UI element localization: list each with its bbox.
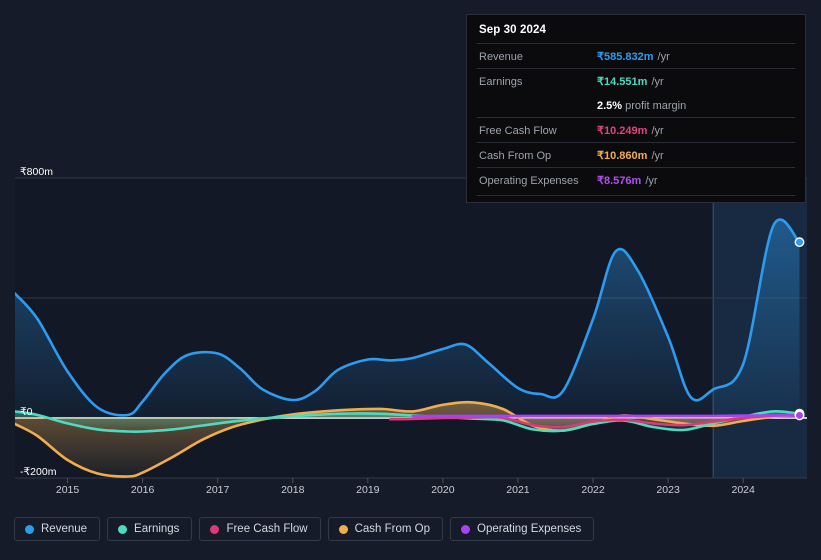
tooltip-label-cash-from-op: Cash From Op [479, 150, 552, 162]
tooltip-value-earnings: ₹14.551m [597, 76, 648, 88]
x-axis-label-2019: 2019 [356, 484, 380, 496]
tooltip-row-revenue: Revenue ₹585.832m/yr [477, 43, 795, 68]
legend-dot-earnings-icon [118, 524, 128, 534]
x-axis-label-2020: 2020 [431, 484, 455, 496]
legend-dot-operating-expenses-icon [461, 524, 471, 534]
tooltip-unit-earnings: /yr [651, 76, 664, 88]
legend-dot-cash-from-op-icon [338, 524, 348, 534]
tooltip-unit-cash-from-op: /yr [651, 150, 664, 162]
x-axis-label-2021: 2021 [506, 484, 530, 496]
x-axis-label-2017: 2017 [206, 484, 230, 496]
tooltip-value-free-cash-flow: ₹10.249m [597, 125, 648, 137]
tooltip-value-profit-margin: 2.5% [597, 100, 623, 112]
y-axis-label-800m: ₹800m [20, 166, 53, 178]
x-axis-label-2024: 2024 [731, 484, 755, 496]
tooltip-row-free-cash-flow: Free Cash Flow ₹10.249m/yr [477, 117, 795, 142]
legend-dot-free-cash-flow-icon [210, 524, 220, 534]
legend-label: Revenue [41, 523, 88, 535]
x-axis-label-2015: 2015 [55, 484, 80, 496]
legend-item-revenue[interactable]: Revenue [14, 517, 101, 541]
legend-label: Operating Expenses [477, 523, 582, 535]
tooltip-label-revenue: Revenue [479, 51, 524, 63]
legend-item-cash-from-op[interactable]: Cash From Op [327, 517, 444, 541]
tooltip-unit-operating-expenses: /yr [645, 175, 658, 187]
tooltip-unit-revenue: /yr [657, 51, 670, 63]
x-axis-label-2023: 2023 [656, 484, 680, 496]
legend-label: Earnings [134, 523, 180, 535]
tooltip-unit-free-cash-flow: /yr [651, 125, 664, 137]
x-axis-label-2018: 2018 [281, 484, 305, 496]
endpoint-marker-revenue [794, 237, 805, 248]
tooltip-value-operating-expenses: ₹8.576m [597, 175, 642, 187]
tooltip-row-profit-margin: 2.5% profit margin [477, 93, 795, 117]
series-line-operating-expenses[interactable] [411, 414, 801, 418]
tooltip-label-free-cash-flow: Free Cash Flow [479, 125, 557, 137]
y-axis-label-zero: ₹0 [20, 406, 33, 418]
tooltip-date: Sep 30 2024 [479, 24, 546, 36]
y-axis-label-neg200m: -₹200m [20, 466, 57, 478]
chart-legend[interactable]: Revenue Earnings Free Cash Flow Cash From O… [14, 517, 595, 541]
legend-dot-revenue-icon [25, 524, 34, 534]
legend-item-earnings[interactable]: Earnings [107, 517, 193, 541]
x-axis-label-2016: 2016 [130, 484, 155, 496]
tooltip-row-earnings: Earnings ₹14.551m/yr [477, 68, 795, 93]
tooltip-value-revenue: ₹585.832m [597, 51, 654, 63]
data-tooltip: Sep 30 2024 Revenue ₹585.832m/yr Earning… [466, 14, 806, 203]
legend-item-operating-expenses[interactable]: Operating Expenses [450, 517, 595, 541]
tooltip-label-operating-expenses: Operating Expenses [479, 175, 579, 187]
tooltip-row-operating-expenses: Operating Expenses ₹8.576m/yr [477, 167, 795, 192]
tooltip-divider [477, 195, 795, 196]
financial-chart-screenshot: ₹800m ₹0 -₹200m 2015 2016 2017 2018 2019 2020… [0, 0, 821, 560]
legend-label: Cash From Op [354, 523, 431, 535]
legend-item-free-cash-flow[interactable]: Free Cash Flow [199, 517, 321, 541]
x-axis-label-2022: 2022 [581, 484, 605, 496]
tooltip-row-cash-from-op: Cash From Op ₹10.860m/yr [477, 142, 795, 167]
endpoint-marker-operating-expenses [794, 410, 805, 421]
tooltip-value-cash-from-op: ₹10.860m [597, 150, 648, 162]
tooltip-label-earnings: Earnings [479, 76, 523, 88]
legend-label: Free Cash Flow [226, 523, 308, 535]
tooltip-text-profit-margin: profit margin [625, 100, 687, 112]
